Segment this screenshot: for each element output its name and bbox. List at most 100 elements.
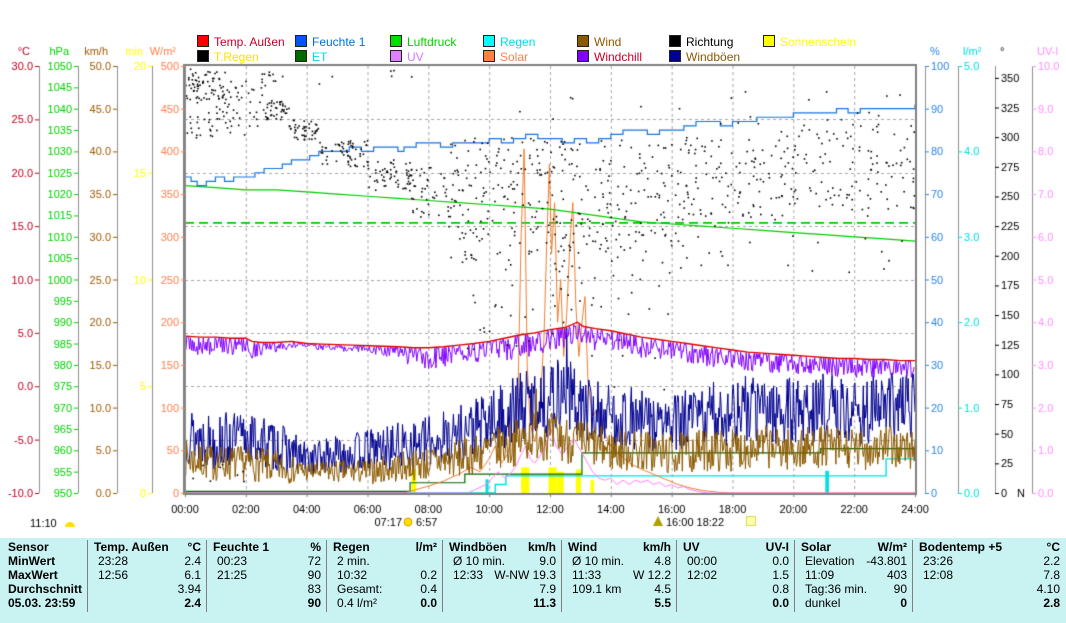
stat-value: 72 (213, 555, 321, 568)
stat-value: 0 (801, 597, 907, 610)
legend-item-richtung: Richtung (669, 35, 733, 48)
stats-col-unit: km/h (568, 541, 671, 554)
stat-value: 0.0 (683, 597, 789, 610)
stat-value: 90 (213, 597, 321, 610)
stats-column-regen: Regenl/m²2 min.10:320.2Gesamt:0.40.4 l/m… (327, 538, 443, 614)
stats-column-wind: Windkm/hØ 10 min.4.811:33W 12.2109.1 km4… (562, 538, 677, 614)
stat-value: 0.2 (333, 569, 437, 582)
weather-chart-window: Sonntag, 05.03.2023 Temp. AußenFeuchte 1… (0, 0, 1066, 623)
stats-column-windb-en: Windböenkm/hØ 10 min.9.012:33W-NW 19.37.… (443, 538, 562, 614)
stat-value: 4.8 (568, 555, 671, 568)
chart-legend: Temp. Außen Feuchte 1 Luftdruck Regen Wind Ri… (0, 0, 1066, 66)
windb-en-color-box (669, 50, 681, 62)
legend-label: Regen (500, 35, 535, 49)
legend-item-regen: Regen (483, 35, 535, 48)
legend-item-temp-au-en: Temp. Außen (197, 35, 285, 48)
legend-item-luftdruck: Luftdruck (390, 35, 456, 48)
stat-value: 2.4 (94, 597, 201, 610)
stats-row-label: MaxWert (8, 569, 58, 582)
stat-value: 2.4 (94, 555, 201, 568)
windchill-color-box (577, 50, 589, 62)
column-separator (87, 540, 88, 612)
column-separator (326, 540, 327, 612)
column-separator (676, 540, 677, 612)
stats-col-unit: °C (919, 541, 1060, 554)
temp-au-en-color-box (197, 35, 209, 47)
stat-value: 83 (213, 583, 321, 596)
legend-label: Windböen (686, 50, 740, 64)
legend-item-feuchte-1: Feuchte 1 (295, 35, 365, 48)
weather-chart-canvas (0, 0, 1066, 538)
legend-label: T.Regen (214, 50, 259, 64)
stats-col-unit: W/m² (801, 541, 907, 554)
stats-col-unit: °C (94, 541, 201, 554)
stats-table: SensorMinWertMaxWertDurchschnitt05.03. 2… (0, 538, 1066, 623)
stat-value: 4.5 (568, 583, 671, 596)
legend-label: Feuchte 1 (312, 35, 365, 49)
stats-col-unit: UV-I (683, 541, 789, 554)
column-separator (442, 540, 443, 612)
stat-value: 0.0 (683, 555, 789, 568)
legend-label: Solar (500, 50, 528, 64)
stat-value: 403 (801, 569, 907, 582)
stats-row-label: MinWert (8, 555, 55, 568)
stat-value: 2.8 (919, 597, 1060, 610)
legend-item-uv: UV (390, 50, 424, 63)
stats-column-feuchte-1: Feuchte 1%00:237221:25908390 (207, 538, 327, 614)
column-separator (561, 540, 562, 612)
stat-value: 11.3 (449, 597, 556, 610)
stat-value: 3.94 (94, 583, 201, 596)
column-separator (206, 540, 207, 612)
stats-column-bodentemp-5: Bodentemp +5°C23:262.212:087.84.102.8 (913, 538, 1066, 614)
stats-row-label: 05.03. 23:59 (8, 597, 75, 610)
legend-label: UV (407, 50, 424, 64)
regen-color-box (483, 35, 495, 47)
stat-value: 0.4 (333, 583, 437, 596)
stat-value: 4.10 (919, 583, 1060, 596)
stat-value: 7.9 (449, 583, 556, 596)
legend-label: Luftdruck (407, 35, 456, 49)
legend-item-et: ET (295, 50, 327, 63)
stat-value: 5.5 (568, 597, 671, 610)
legend-item-wind: Wind (577, 35, 621, 48)
stat-value: 90 (213, 569, 321, 582)
column-separator (912, 540, 913, 612)
stats-col-unit: l/m² (333, 541, 437, 554)
stats-column-uv: UVUV-I00:000.012:021.50.80.0 (677, 538, 795, 614)
stats-col-unit: % (213, 541, 321, 554)
stat-value: W 12.2 (568, 569, 671, 582)
feuchte-1-color-box (295, 35, 307, 47)
wind-color-box (577, 35, 589, 47)
solar-color-box (483, 50, 495, 62)
legend-item-solar: Solar (483, 50, 528, 63)
stat-value: 2.2 (919, 555, 1060, 568)
stat-value: 0.0 (333, 597, 437, 610)
et-color-box (295, 50, 307, 62)
legend-item-sonnenschein: Sonnenschein (763, 35, 856, 48)
column-separator (794, 540, 795, 612)
legend-item-windb-en: Windböen (669, 50, 740, 63)
stat-sub-label: 2 min. (337, 555, 370, 568)
stat-value: 7.8 (919, 569, 1060, 582)
stats-header-sensor: Sensor (8, 541, 49, 554)
stat-value: 9.0 (449, 555, 556, 568)
richtung-color-box (669, 35, 681, 47)
stats-column-solar: SolarW/m²Elevation-43.80111:09403Tag:36 … (795, 538, 913, 614)
stats-col-unit: km/h (449, 541, 556, 554)
stat-value: W-NW 19.3 (449, 569, 556, 582)
legend-item-t-regen: T.Regen (197, 50, 259, 63)
legend-label: Windchill (594, 50, 642, 64)
stat-value: 0.8 (683, 583, 789, 596)
legend-label: ET (312, 50, 327, 64)
legend-label: Wind (594, 35, 621, 49)
stat-value: 90 (801, 583, 907, 596)
sonnenschein-color-box (763, 35, 775, 47)
legend-label: Richtung (686, 35, 733, 49)
t-regen-color-box (197, 50, 209, 62)
stat-value: -43.801 (801, 555, 907, 568)
legend-item-windchill: Windchill (577, 50, 642, 63)
stats-row-label: Durchschnitt (8, 583, 82, 596)
stat-value: 6.1 (94, 569, 201, 582)
stats-column-temp-au-en: Temp. Außen°C23:282.412:566.13.942.4 (88, 538, 207, 614)
legend-label: Sonnenschein (780, 35, 856, 49)
